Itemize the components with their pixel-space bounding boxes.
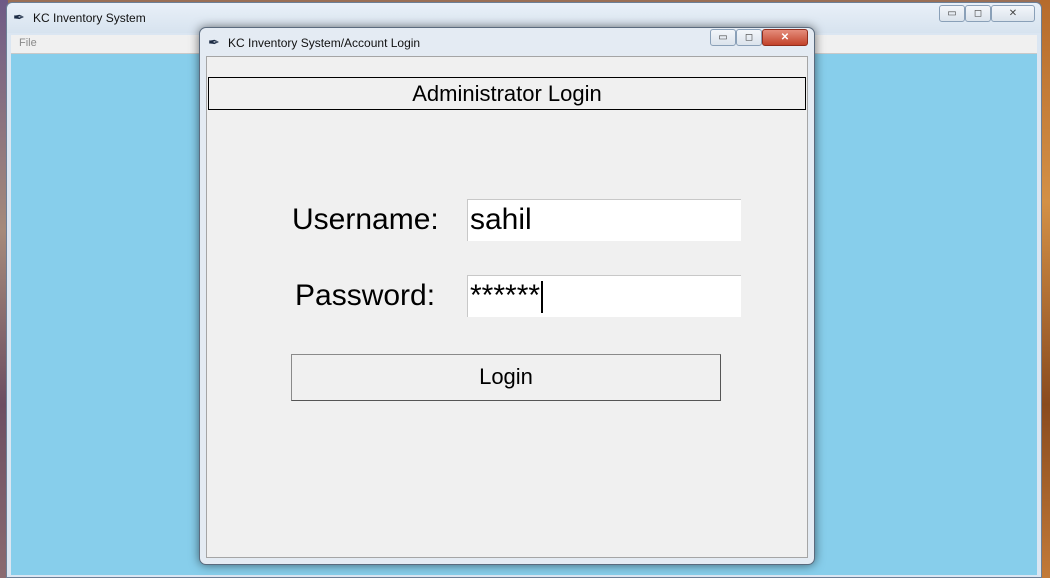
dialog-window-controls: ▭ ◻ ✕ <box>710 29 808 46</box>
dialog-body: Administrator Login Username: sahil Pass… <box>206 56 808 558</box>
main-window-controls: ▭ ◻ ✕ <box>939 5 1035 22</box>
password-field[interactable]: ****** <box>467 275 741 317</box>
login-dialog: ✒ KC Inventory System/Account Login ▭ ◻ … <box>199 27 815 565</box>
feather-icon: ✒ <box>13 9 25 25</box>
minimize-icon: ▭ <box>718 32 728 43</box>
close-icon: ✕ <box>1008 8 1018 19</box>
username-field[interactable]: sahil <box>467 199 741 241</box>
menu-file[interactable]: File <box>19 37 37 49</box>
dialog-title: KC Inventory System/Account Login <box>228 36 421 50</box>
text-caret <box>541 281 544 314</box>
password-label: Password: <box>295 279 436 312</box>
close-icon: ✕ <box>780 32 790 43</box>
maximize-icon: ◻ <box>973 8 983 19</box>
username-value: sahil <box>470 203 532 236</box>
dialog-minimize-button[interactable]: ▭ <box>710 29 736 46</box>
username-label: Username: <box>292 203 439 236</box>
close-button[interactable]: ✕ <box>991 5 1035 22</box>
password-value: ****** <box>470 279 541 312</box>
minimize-button[interactable]: ▭ <box>939 5 965 22</box>
maximize-button[interactable]: ◻ <box>965 5 991 22</box>
feather-icon: ✒ <box>208 34 220 50</box>
dialog-title-bar[interactable]: ✒ KC Inventory System/Account Login ▭ ◻ … <box>200 28 814 56</box>
minimize-icon: ▭ <box>947 8 957 19</box>
login-button[interactable]: Login <box>291 354 721 401</box>
maximize-icon: ◻ <box>744 32 754 43</box>
main-window-title: KC Inventory System <box>33 11 146 25</box>
dialog-header: Administrator Login <box>208 77 806 110</box>
dialog-maximize-button[interactable]: ◻ <box>736 29 762 46</box>
dialog-close-button[interactable]: ✕ <box>762 29 808 46</box>
